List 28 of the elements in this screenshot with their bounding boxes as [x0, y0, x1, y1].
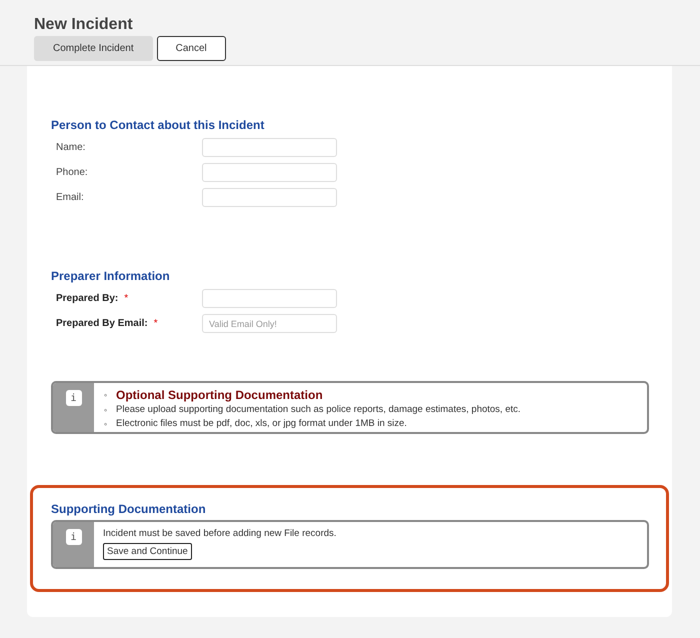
field-label: Phone: — [56, 166, 88, 180]
info-title: Optional Supporting Documentation — [116, 387, 323, 403]
input-field[interactable] — [202, 163, 337, 182]
save-continue-button[interactable]: Save and Continue — [103, 543, 192, 560]
complete-button[interactable]: Complete Incident — [34, 36, 153, 61]
page-title: New Incident — [34, 15, 134, 35]
field-label: Email: — [56, 191, 84, 205]
info-text: Electronic files must be pdf, doc, xls, or jpg format under 1MB in size. — [116, 418, 407, 430]
section-heading: Preparer Information — [51, 268, 171, 284]
info-text: Incident must be saved before adding new File records. — [103, 527, 336, 541]
input-field[interactable]: Valid Email Only! — [202, 314, 337, 333]
info-text: Please upload supporting documentation such as police reports, damage estimates, photos, etc. — [116, 404, 521, 416]
required-mark: * — [154, 317, 158, 331]
required-mark: * — [124, 292, 128, 306]
input-field[interactable] — [202, 289, 337, 308]
field-label: Prepared By Email: — [56, 317, 148, 331]
info-icon: i — [66, 390, 82, 406]
input-field[interactable] — [202, 138, 337, 157]
bullet-marker: ◦ — [104, 418, 108, 431]
info-icon: i — [66, 529, 82, 545]
bullet-marker: ◦ — [104, 404, 108, 417]
section-heading: Person to Contact about this Incident — [51, 117, 266, 133]
section-heading: Supporting Documentation — [51, 501, 207, 517]
field-label: Prepared By: — [56, 292, 118, 306]
input-field[interactable] — [202, 188, 337, 207]
bullet-marker: ◦ — [104, 389, 108, 402]
cancel-button[interactable]: Cancel — [156, 36, 226, 61]
field-label: Name: — [56, 141, 86, 155]
